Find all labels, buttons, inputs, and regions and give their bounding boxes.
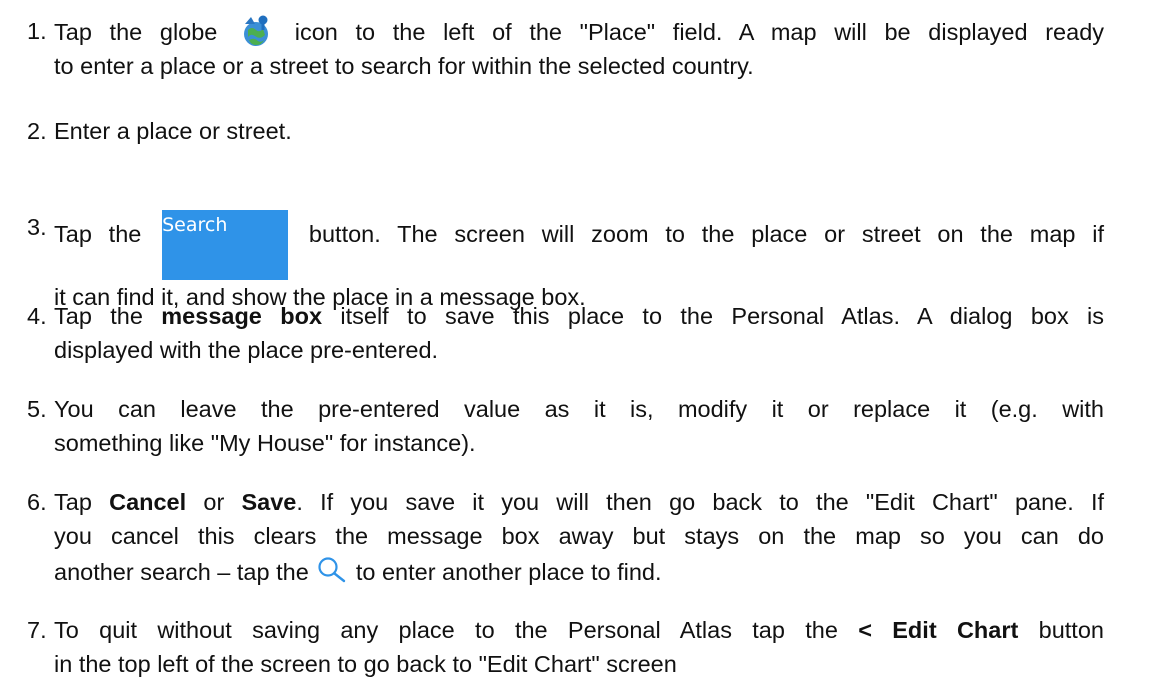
- save-term: Save: [241, 489, 297, 515]
- step-5-line-1: You can leave the pre-entered value as i…: [54, 396, 1104, 422]
- edit-chart-term: < Edit Chart: [858, 617, 1019, 643]
- step-7-line-1: To quit without saving any place to the …: [54, 617, 1104, 643]
- step-number: 4.: [27, 303, 47, 329]
- step-number: 5.: [27, 396, 47, 422]
- instruction-document: 1. Tap the globe icon to the left of the…: [0, 0, 1153, 693]
- step-6-line-1: Tap Cancel or Save. If you save it you w…: [54, 489, 1105, 515]
- step-7-line-2: in the top left of the screen to go back…: [54, 651, 677, 677]
- step-number: 6.: [27, 489, 47, 515]
- step-number: 3.: [27, 214, 47, 240]
- step-number: 2.: [27, 118, 47, 144]
- step-number: 7.: [27, 617, 47, 643]
- step-4-line-1: Tap the message box itself to save this …: [54, 303, 1105, 329]
- step-3-line-1: Tap the Search button. The screen will z…: [54, 210, 1104, 280]
- step-number: 1.: [27, 18, 47, 44]
- magnifier-icon: [317, 556, 347, 584]
- step-1-line-1: Tap the globe icon to the left of the "P…: [54, 14, 1104, 49]
- step-1-line-2: to enter a place or a street to search f…: [54, 53, 754, 79]
- search-button[interactable]: Search: [162, 210, 289, 280]
- step-6-line-3: another search – tap the to enter anothe…: [54, 555, 1104, 589]
- step-4-line-2: displayed with the place pre-entered.: [54, 337, 439, 363]
- step-6-line-2: you cancel this clears the message box a…: [54, 523, 1104, 549]
- step-2-line-1: Enter a place or street.: [54, 118, 292, 144]
- bold-term: message box: [161, 303, 323, 329]
- cancel-term: Cancel: [109, 489, 187, 515]
- globe-map-icon: [239, 14, 273, 48]
- step-5-line-2: something like "My House" for instance).: [54, 430, 476, 456]
